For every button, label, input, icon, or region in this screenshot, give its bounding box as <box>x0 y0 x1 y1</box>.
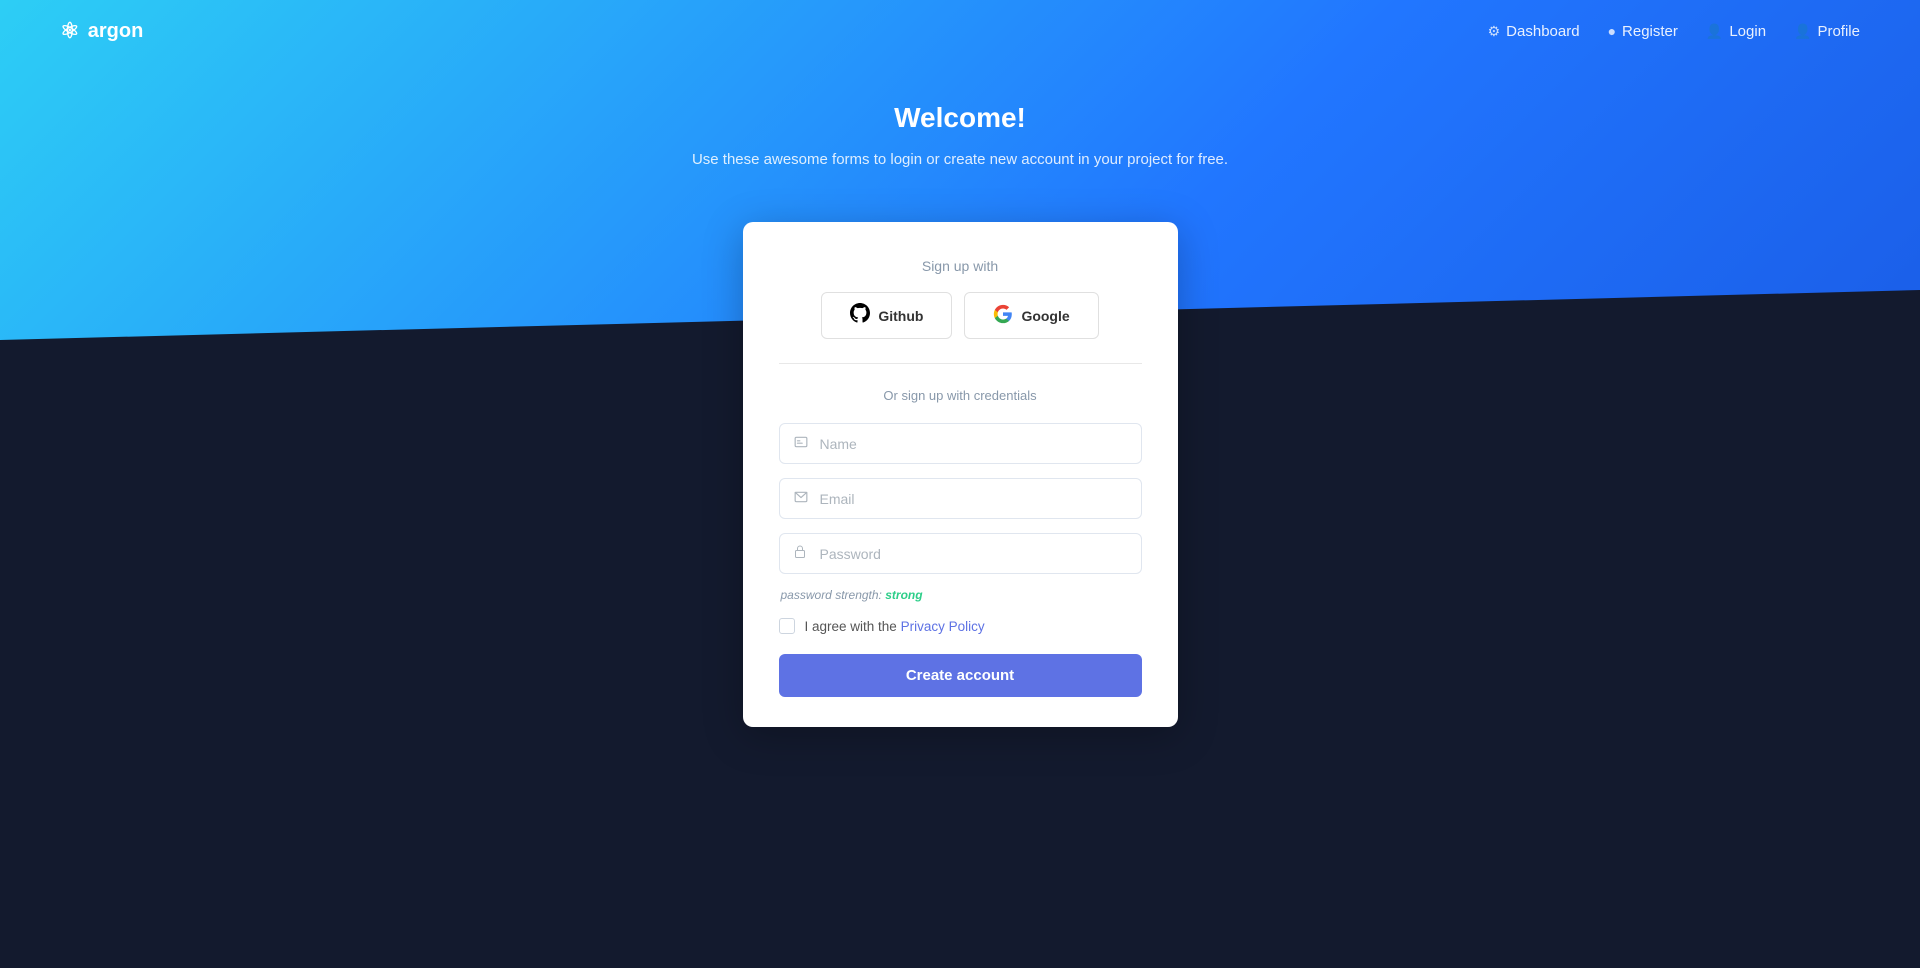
create-account-button[interactable]: Create account <box>779 654 1142 697</box>
nav-login-label: Login <box>1729 23 1766 40</box>
google-label: Google <box>1021 308 1069 324</box>
privacy-checkbox[interactable] <box>779 618 795 634</box>
nav-dashboard-label: Dashboard <box>1506 23 1579 40</box>
social-buttons: Github Google <box>779 292 1142 339</box>
hero-section: Welcome! Use these awesome forms to logi… <box>0 62 1920 202</box>
privacy-policy-link[interactable]: Privacy Policy <box>901 619 985 634</box>
google-button[interactable]: Google <box>964 292 1098 339</box>
privacy-label: I agree with the Privacy Policy <box>805 619 985 634</box>
brand-logo[interactable]: ⚛ argon <box>60 18 143 44</box>
password-strength-label: password strength: <box>781 588 882 602</box>
name-icon <box>794 435 810 452</box>
email-input-group <box>779 478 1142 519</box>
navbar: ⚛ argon ⚙ Dashboard ● Register 👤 Login 👤… <box>0 0 1920 62</box>
password-strength: password strength: strong <box>781 588 1142 602</box>
brand-name: argon <box>88 20 144 43</box>
sign-up-with-label: Sign up with <box>779 258 1142 274</box>
email-icon <box>794 490 810 507</box>
google-icon <box>993 304 1013 327</box>
dashboard-icon: ⚙ <box>1488 23 1501 40</box>
privacy-row: I agree with the Privacy Policy <box>779 618 1142 634</box>
profile-icon: 👤 <box>1794 23 1811 40</box>
hero-subtitle: Use these awesome forms to login or crea… <box>0 148 1920 172</box>
name-input[interactable] <box>820 436 1127 452</box>
card-wrapper: Sign up with Github <box>0 202 1920 727</box>
nav-register-label: Register <box>1622 23 1678 40</box>
lock-icon <box>794 545 810 562</box>
email-input[interactable] <box>820 491 1127 507</box>
hero-title: Welcome! <box>0 102 1920 134</box>
password-input[interactable] <box>820 546 1127 562</box>
github-button[interactable]: Github <box>821 292 952 339</box>
register-icon: ● <box>1608 23 1616 39</box>
login-icon: 👤 <box>1706 23 1723 40</box>
brand-icon: ⚛ <box>60 18 80 44</box>
github-icon <box>850 303 870 328</box>
name-input-group <box>779 423 1142 464</box>
privacy-text: I agree with the <box>805 619 897 634</box>
nav-register[interactable]: ● Register <box>1608 23 1678 40</box>
github-label: Github <box>878 308 923 324</box>
password-strength-value: strong <box>885 588 922 602</box>
nav-profile[interactable]: 👤 Profile <box>1794 23 1860 40</box>
nav-dashboard[interactable]: ⚙ Dashboard <box>1488 23 1580 40</box>
navbar-nav: ⚙ Dashboard ● Register 👤 Login 👤 Profile <box>1488 23 1860 40</box>
register-card: Sign up with Github <box>743 222 1178 727</box>
nav-login[interactable]: 👤 Login <box>1706 23 1766 40</box>
nav-profile-label: Profile <box>1817 23 1860 40</box>
divider <box>779 363 1142 364</box>
or-credentials-label: Or sign up with credentials <box>779 388 1142 403</box>
password-input-group <box>779 533 1142 574</box>
